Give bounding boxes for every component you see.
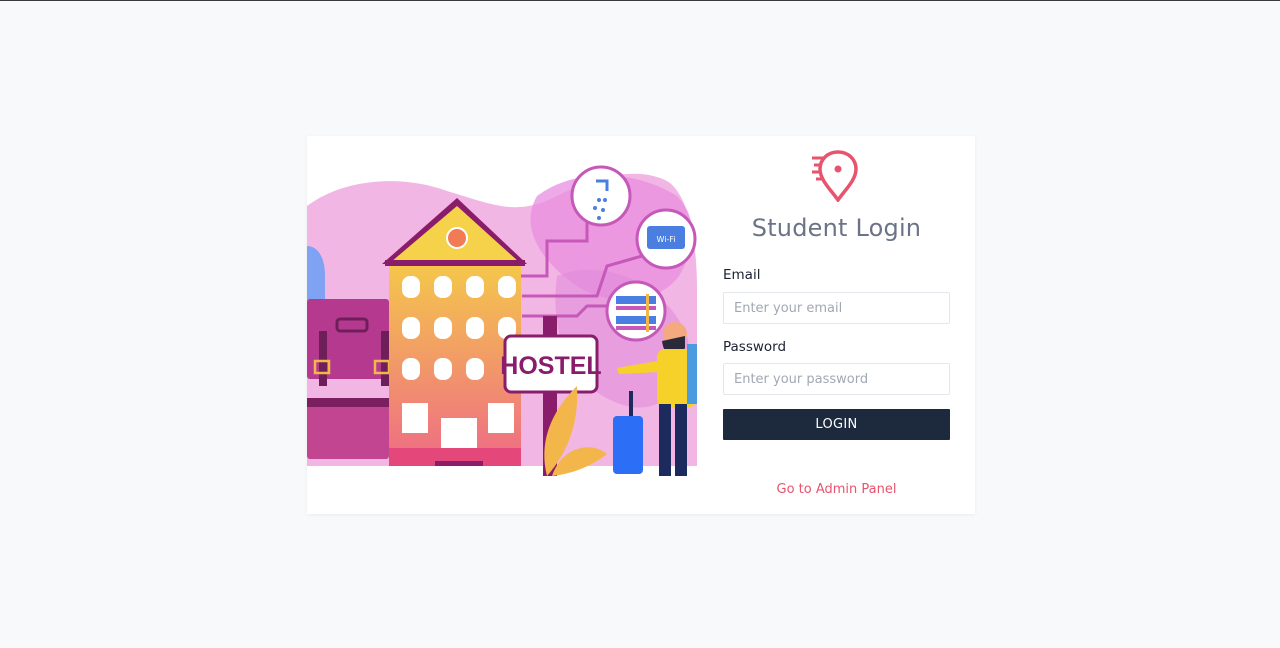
- password-label: Password: [723, 339, 787, 355]
- email-label: Email: [723, 267, 761, 283]
- password-field[interactable]: [723, 363, 950, 395]
- page-title: Student Login: [751, 214, 922, 242]
- email-field[interactable]: [723, 292, 950, 324]
- login-form: Student Login Email Password LOGIN Go to…: [723, 136, 950, 514]
- hostel-sign-text: HOSTEL: [500, 352, 601, 380]
- wifi-label: Wi-Fi: [656, 235, 675, 244]
- login-card: HOSTEL Wi-Fi Student Login Email Enter y…: [307, 136, 975, 514]
- admin-panel-link[interactable]: Go to Admin Panel: [723, 482, 950, 497]
- hostel-illustration: HOSTEL Wi-Fi: [307, 136, 697, 514]
- map-pin-speed-icon: [811, 148, 861, 204]
- login-button[interactable]: LOGIN: [723, 409, 950, 440]
- top-border: [0, 0, 1280, 1]
